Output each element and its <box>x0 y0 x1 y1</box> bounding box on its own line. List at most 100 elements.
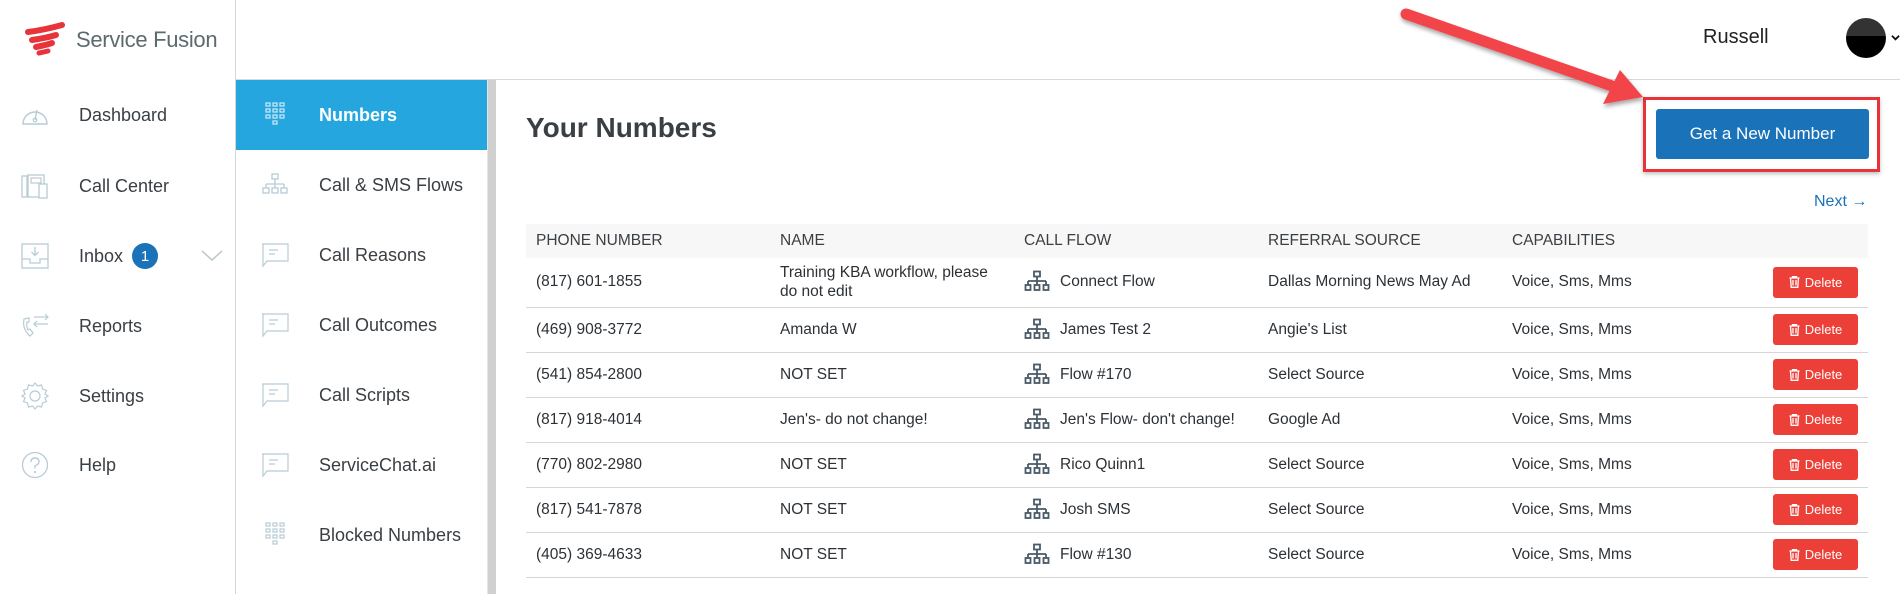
column-header-referral-source[interactable]: REFERRAL SOURCE <box>1258 224 1502 258</box>
table-row[interactable]: (541) 854-2800 NOT SET Flow #170 Select Sou… <box>526 352 1868 398</box>
submenu-item-call-scripts[interactable]: Call Scripts <box>236 360 487 430</box>
actions-cell: Delete <box>1722 352 1868 398</box>
chevron-down-icon[interactable] <box>1891 33 1900 42</box>
referral-source-cell[interactable]: Dallas Morning News May Ad <box>1258 258 1502 308</box>
delete-button[interactable]: Delete <box>1773 359 1858 390</box>
table-row[interactable]: (817) 541-7878 NOT SET Josh SMS Select Sour… <box>526 487 1868 533</box>
column-header-actions <box>1722 224 1868 258</box>
call-flow-cell[interactable]: Flow #130 <box>1014 532 1258 578</box>
sidebar-item-inbox[interactable]: Inbox 1 <box>0 231 235 281</box>
delete-button[interactable]: Delete <box>1773 404 1858 435</box>
sitemap-icon <box>1024 363 1050 384</box>
sitemap-icon <box>1024 453 1050 474</box>
column-header-name[interactable]: NAME <box>770 224 1014 258</box>
sitemap-icon <box>260 170 290 200</box>
submenu-item-call-outcomes[interactable]: Call Outcomes <box>236 290 487 360</box>
capabilities-cell: Voice, Sms, Mms <box>1502 258 1722 308</box>
sidebar-item-settings[interactable]: Settings <box>0 371 235 421</box>
name-cell[interactable]: NOT SET <box>770 442 1014 488</box>
delete-button[interactable]: Delete <box>1773 539 1858 570</box>
delete-button[interactable]: Delete <box>1773 449 1858 480</box>
delete-button[interactable]: Delete <box>1773 314 1858 345</box>
table-row[interactable]: (469) 908-3772 Amanda W James Test 2 Angie'… <box>526 307 1868 353</box>
sidebar-item-label: Reports <box>79 315 143 336</box>
delete-label: Delete <box>1804 457 1843 472</box>
brand-logo[interactable]: Service Fusion <box>24 22 218 58</box>
user-name[interactable]: Russell <box>1703 26 1769 49</box>
delete-label: Delete <box>1804 547 1843 562</box>
submenu-item-label: ServiceChat.ai <box>319 454 437 475</box>
table-row[interactable]: (817) 918-4014 Jen's- do not change! Jen's… <box>526 397 1868 443</box>
referral-source-cell[interactable]: Select Source <box>1258 442 1502 488</box>
call-flow-name[interactable]: James Test 2 <box>1060 321 1151 339</box>
submenu-item-call-sms-flows[interactable]: Call & SMS Flows <box>236 150 487 220</box>
phone-number-cell[interactable]: (405) 369-4633 <box>526 532 770 578</box>
name-cell[interactable]: Jen's- do not change! <box>770 397 1014 443</box>
trash-icon <box>1789 368 1800 381</box>
actions-cell: Delete <box>1722 307 1868 353</box>
sidebar-item-label: Help <box>79 454 117 475</box>
call-flow-cell[interactable]: Connect Flow <box>1014 258 1258 308</box>
speech-bubble-icon <box>260 310 290 340</box>
submenu-item-numbers[interactable]: Numbers <box>236 80 487 150</box>
column-header-capabilities[interactable]: CAPABILITIES <box>1502 224 1722 258</box>
phone-number-cell[interactable]: (817) 918-4014 <box>526 397 770 443</box>
referral-source-cell[interactable]: Angie's List <box>1258 307 1502 353</box>
delete-label: Delete <box>1804 502 1843 517</box>
table-row[interactable]: (770) 802-2980 NOT SET Rico Quinn1 Select S… <box>526 442 1868 488</box>
call-flow-name[interactable]: Josh SMS <box>1060 501 1131 519</box>
actions-cell: Delete <box>1722 442 1868 488</box>
call-flow-name[interactable]: Connect Flow <box>1060 273 1155 291</box>
get-new-number-button[interactable]: Get a New Number <box>1656 109 1869 159</box>
sitemap-icon <box>1024 408 1050 429</box>
submenu-scrollbar[interactable] <box>487 80 496 594</box>
column-header-phone[interactable]: PHONE NUMBER <box>526 224 770 258</box>
sidebar-item-reports[interactable]: Reports <box>0 301 235 351</box>
call-flow-cell[interactable]: Jen's Flow- don't change! <box>1014 397 1258 443</box>
referral-source-cell[interactable]: Select Source <box>1258 352 1502 398</box>
call-flow-cell[interactable]: James Test 2 <box>1014 307 1258 353</box>
phone-number-cell[interactable]: (469) 908-3772 <box>526 307 770 353</box>
name-cell[interactable]: Amanda W <box>770 307 1014 353</box>
referral-source-cell[interactable]: Select Source <box>1258 487 1502 533</box>
call-flow-cell[interactable]: Rico Quinn1 <box>1014 442 1258 488</box>
user-avatar[interactable] <box>1846 18 1886 58</box>
sitemap-icon <box>1024 270 1050 292</box>
call-flow-name[interactable]: Flow #170 <box>1060 366 1132 384</box>
submenu-item-servicechat[interactable]: ServiceChat.ai <box>236 430 487 500</box>
call-flow-name[interactable]: Rico Quinn1 <box>1060 456 1145 474</box>
name-cell[interactable]: NOT SET <box>770 352 1014 398</box>
delete-label: Delete <box>1804 412 1843 427</box>
keypad-icon <box>260 100 290 130</box>
call-flow-cell[interactable]: Flow #170 <box>1014 352 1258 398</box>
chevron-down-icon[interactable] <box>200 244 224 268</box>
phone-number-cell[interactable]: (817) 541-7878 <box>526 487 770 533</box>
delete-button[interactable]: Delete <box>1773 494 1858 525</box>
table-row[interactable]: (817) 601-1855 Training KBA workflow, ple… <box>526 258 1868 308</box>
call-transfer-icon <box>20 311 50 341</box>
sidebar-item-call-center[interactable]: Call Center <box>0 161 235 211</box>
numbers-table: PHONE NUMBER NAME CALL FLOW REFERRAL SOU… <box>526 224 1868 578</box>
name-cell[interactable]: NOT SET <box>770 487 1014 533</box>
name-cell[interactable]: NOT SET <box>770 532 1014 578</box>
sidebar-item-dashboard[interactable]: Dashboard <box>0 90 235 140</box>
column-header-call-flow[interactable]: CALL FLOW <box>1014 224 1258 258</box>
sidebar-item-help[interactable]: Help <box>0 440 235 490</box>
call-flow-name[interactable]: Jen's Flow- don't change! <box>1060 411 1235 429</box>
submenu-item-blocked-numbers[interactable]: Blocked Numbers <box>236 500 487 570</box>
sidebar-item-label: Settings <box>79 385 145 406</box>
referral-source-cell[interactable]: Google Ad <box>1258 397 1502 443</box>
next-page-link[interactable]: Next → <box>1814 193 1867 211</box>
call-flow-name[interactable]: Flow #130 <box>1060 546 1132 564</box>
call-flow-cell[interactable]: Josh SMS <box>1014 487 1258 533</box>
trash-icon <box>1789 276 1800 289</box>
referral-source-cell[interactable]: Select Source <box>1258 532 1502 578</box>
table-row[interactable]: (405) 369-4633 NOT SET Flow #130 Select Sou… <box>526 532 1868 578</box>
phone-number-cell[interactable]: (541) 854-2800 <box>526 352 770 398</box>
delete-button[interactable]: Delete <box>1773 266 1858 298</box>
phone-number-cell[interactable]: (770) 802-2980 <box>526 442 770 488</box>
name-cell[interactable]: Training KBA workflow, please do not edi… <box>770 258 1014 308</box>
capabilities-cell: Voice, Sms, Mms <box>1502 307 1722 353</box>
phone-number-cell[interactable]: (817) 601-1855 <box>526 258 770 308</box>
submenu-item-call-reasons[interactable]: Call Reasons <box>236 220 487 290</box>
